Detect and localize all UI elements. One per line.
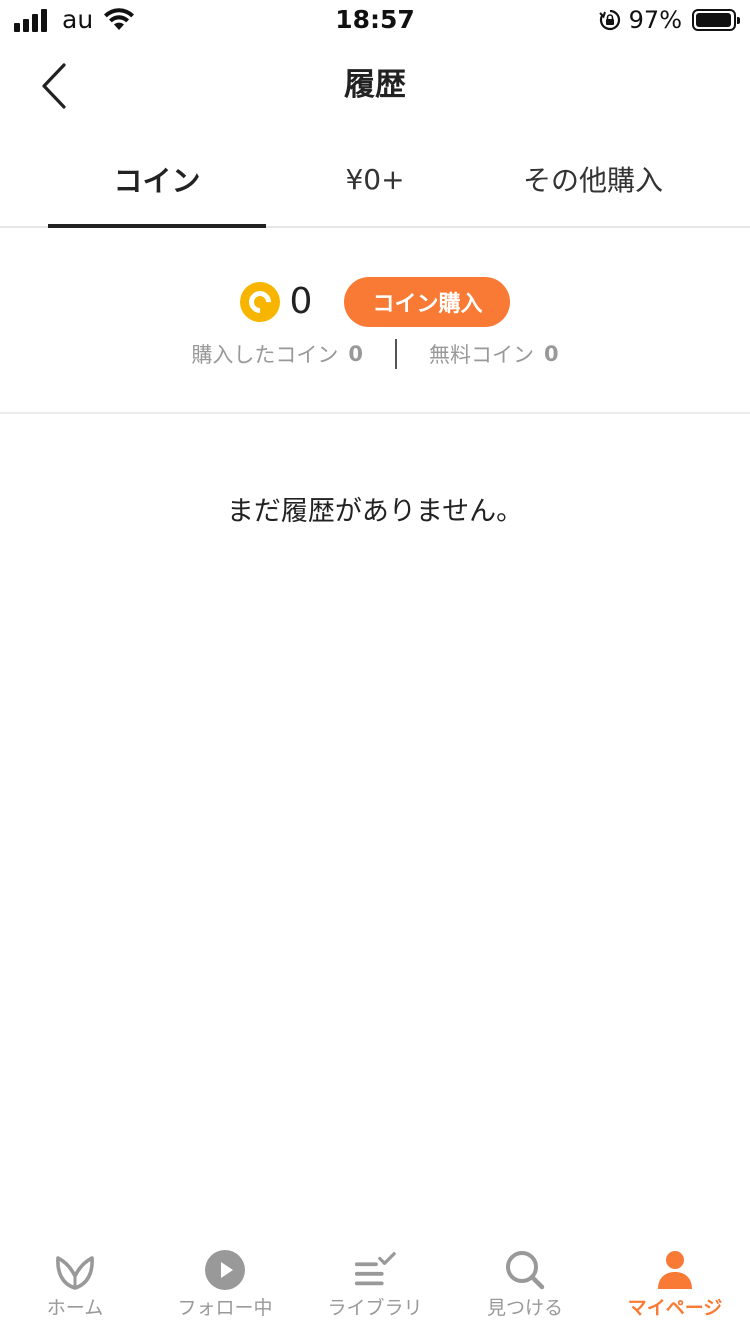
tab-other-purchases[interactable]: その他購入 bbox=[484, 130, 702, 228]
library-list-icon bbox=[354, 1252, 396, 1286]
bottom-tab-bar: ホーム フォロー中 ライブラリ 見つける マイページ bbox=[0, 1236, 750, 1334]
status-bar: au 18:57 97% bbox=[0, 0, 750, 40]
purchased-coins-value: 0 bbox=[348, 342, 363, 366]
bottom-tab-library[interactable]: ライブラリ bbox=[300, 1236, 450, 1334]
orientation-lock-icon bbox=[598, 9, 620, 31]
buy-coins-button[interactable]: コイン購入 bbox=[344, 277, 511, 327]
home-leaf-icon bbox=[56, 1256, 94, 1290]
purchased-coins-label: 購入したコイン bbox=[191, 343, 339, 367]
coin-balance-row: 0 コイン購入 bbox=[0, 276, 750, 328]
bottom-tab-label: フォロー中 bbox=[177, 1297, 273, 1319]
bottom-tab-label: ホーム bbox=[46, 1297, 104, 1319]
empty-history-message: まだ履歴がありません。 bbox=[226, 496, 524, 527]
search-icon bbox=[506, 1251, 545, 1290]
bottom-tab-discover[interactable]: 見つける bbox=[450, 1236, 600, 1334]
bottom-tab-label: マイページ bbox=[627, 1297, 723, 1319]
bottom-tab-label: ライブラリ bbox=[327, 1297, 423, 1319]
battery-percent: 97% bbox=[628, 6, 682, 34]
person-icon bbox=[658, 1251, 692, 1289]
play-circle-icon bbox=[205, 1250, 245, 1290]
breakdown-divider bbox=[395, 339, 397, 369]
tab-coin[interactable]: コイン bbox=[48, 130, 266, 228]
page-title: 履歴 bbox=[344, 67, 406, 103]
coin-balance: 0 bbox=[289, 281, 313, 322]
coin-icon bbox=[239, 282, 280, 322]
coin-breakdown: 購入したコイン 0 無料コイン 0 bbox=[0, 338, 750, 370]
free-coins-value: 0 bbox=[544, 342, 559, 366]
bottom-tab-following[interactable]: フォロー中 bbox=[150, 1236, 300, 1334]
battery-icon bbox=[692, 9, 740, 31]
tab-zero-yen[interactable]: ¥0+ bbox=[266, 130, 484, 228]
bottom-tab-label: 見つける bbox=[486, 1297, 563, 1319]
navigation-bar: 履歴 bbox=[0, 44, 750, 128]
history-screen: au 18:57 97% 履歴 コイン ¥0+ その他購入 0 コイン購入 購入… bbox=[0, 0, 750, 1334]
coin-summary: 0 コイン購入 購入したコイン 0 無料コイン 0 bbox=[0, 228, 750, 414]
history-tabs: コイン ¥0+ その他購入 bbox=[0, 130, 750, 228]
free-coins-label: 無料コイン bbox=[429, 343, 534, 367]
status-right: 97% bbox=[598, 6, 740, 34]
bottom-tab-home[interactable]: ホーム bbox=[0, 1236, 150, 1334]
bottom-tab-mypage[interactable]: マイページ bbox=[600, 1236, 750, 1334]
